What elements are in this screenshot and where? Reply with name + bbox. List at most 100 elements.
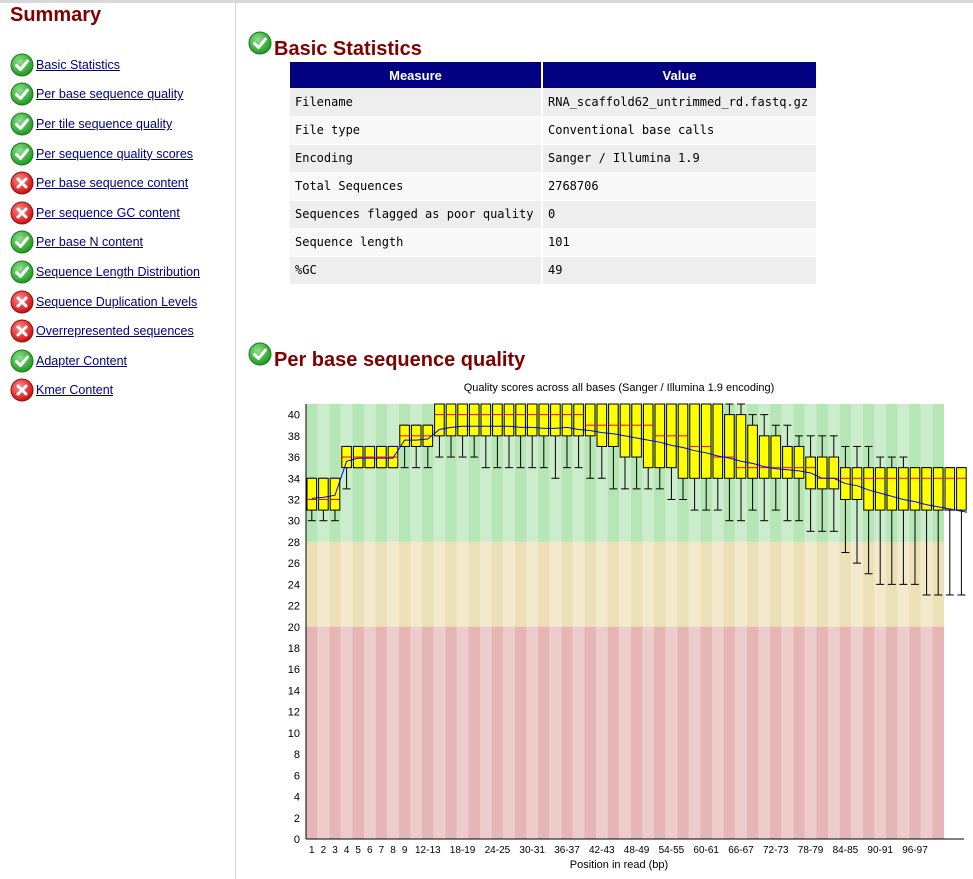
summary-link[interactable]: Per sequence GC content [36,206,180,220]
zone-band [480,541,492,627]
y-tick-label: 24 [288,579,300,591]
zone-band [503,541,515,627]
zone-band [712,626,724,839]
zone-band [723,541,736,627]
zone-band [758,541,770,627]
quality-box [758,435,770,479]
quality-box [457,403,468,437]
y-tick-label: 12 [288,707,300,719]
quality-box [306,477,318,511]
x-tick-label: 8 [390,845,396,856]
quality-box [724,414,735,479]
summary-item: Per tile sequence quality [10,109,200,139]
x-tick-label: 48-49 [624,845,650,856]
y-tick-label: 18 [288,643,300,655]
zone-band [387,541,399,627]
quality-box [909,467,921,511]
zone-band [480,626,492,839]
zone-band [770,626,782,839]
zone-band [329,541,341,627]
quality-box [480,403,492,437]
zone-band [340,626,353,839]
zone-band [584,541,596,627]
x-tick-label: 42-43 [589,845,615,856]
x-tick-label: 6 [367,845,373,856]
zone-band [561,626,573,839]
pass-icon [10,142,34,166]
zone-band [712,541,724,627]
zone-band [816,541,828,627]
zone-band [364,404,376,542]
quality-box [550,403,561,437]
quality-box [816,456,828,490]
zone-band [317,404,330,542]
zone-band [526,541,538,627]
summary-link[interactable]: Sequence Length Distribution [36,265,200,279]
zone-band [793,626,805,839]
zone-band [596,626,608,839]
zone-band [317,626,330,839]
table-row: Sequence length 101 [290,228,818,257]
quality-box [700,403,712,479]
zone-band [422,626,434,839]
zone-band [874,626,886,839]
quality-box [712,403,724,479]
basic-stats-heading: Basic Statistics [248,31,422,60]
zone-band [398,626,411,839]
summary-link[interactable]: Per base sequence content [36,176,188,190]
zone-band [572,541,585,627]
zone-band [816,626,828,839]
zone-band [387,404,399,542]
zone-band [456,626,469,839]
fail-icon [10,171,34,195]
summary-link[interactable]: Per sequence quality scores [36,147,193,161]
quality-box [677,403,689,479]
x-tick-label: 60-61 [693,845,719,856]
summary-link[interactable]: Sequence Duplication Levels [36,295,197,309]
summary-item: Basic Statistics [10,50,200,80]
basic-stats-title: Basic Statistics [274,37,422,60]
y-tick-label: 4 [294,792,300,804]
summary-item: Per sequence quality scores [10,139,200,169]
y-tick-label: 36 [288,452,300,464]
x-tick-label: 90-91 [867,845,893,856]
pass-icon [10,112,34,136]
y-tick-label: 8 [294,749,300,761]
summary-link[interactable]: Basic Statistics [36,58,120,72]
chart-title: Quality scores across all bases (Sanger … [464,382,775,394]
zone-band [410,404,422,542]
y-tick-label: 2 [294,813,300,825]
summary-item: Kmer Content [10,376,200,406]
x-tick-label: 84-85 [833,845,859,856]
quality-box [851,467,863,500]
zone-band [828,626,840,839]
quality-box [619,403,631,458]
summary-link[interactable]: Per base sequence quality [36,87,183,101]
summary-link[interactable]: Overrepresented sequences [36,324,194,338]
summary-item: Sequence Length Distribution [10,257,200,287]
zone-band [352,626,364,839]
zone-band [642,541,654,627]
zone-band [329,404,341,542]
quality-box [561,403,573,437]
zone-band [352,404,364,542]
x-tick-label: 54-55 [659,845,685,856]
y-tick-label: 10 [288,728,300,740]
zone-band [723,626,736,839]
quality-box [526,403,538,437]
zone-band [364,541,376,627]
x-tick-label: 2 [321,845,327,856]
summary-link[interactable]: Adapter Content [36,354,127,368]
summary-item: Per sequence GC content [10,198,200,228]
zone-band [503,626,515,839]
fail-icon [10,319,34,343]
y-tick-label: 28 [288,537,300,549]
summary-item: Per base sequence quality [10,80,200,110]
summary-link[interactable]: Per tile sequence quality [36,117,172,131]
quality-box [956,467,967,511]
x-tick-label: 12-13 [415,845,441,856]
summary-link[interactable]: Kmer Content [36,383,113,397]
x-tick-label: 18-19 [450,845,476,856]
zone-band [781,626,794,839]
summary-link[interactable]: Per base N content [36,235,143,249]
